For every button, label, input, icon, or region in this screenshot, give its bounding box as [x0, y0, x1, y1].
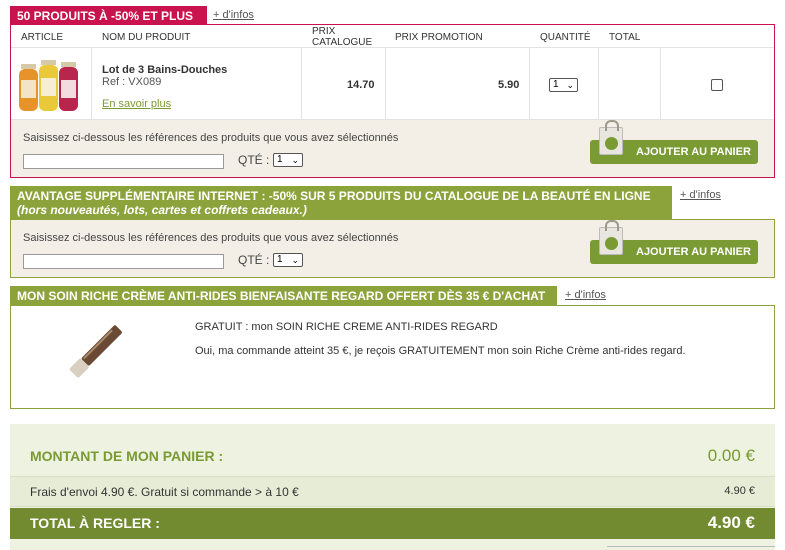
- product-quantity-value: 1: [553, 79, 559, 90]
- product-quantity-select[interactable]: 1 ⌄: [549, 78, 578, 92]
- header-total: TOTAL: [609, 32, 641, 43]
- qty-label: QTÉ :: [238, 153, 270, 167]
- basket-amount-label: MONTANT DE MON PANIER :: [30, 448, 224, 464]
- total-row: TOTAL À REGLER : 4.90 €: [10, 508, 775, 539]
- reference-input[interactable]: [23, 154, 224, 169]
- basket-amount-value: 0.00 €: [707, 446, 755, 465]
- total-label: TOTAL À REGLER :: [30, 515, 160, 531]
- internet-offer-title-line1: AVANTAGE SUPPLÉMENTAIRE INTERNET : -50% …: [17, 189, 651, 203]
- shipping-row: Frais d'envoi 4.90 €. Gratuit si command…: [10, 476, 775, 507]
- shopping-bag-icon: [599, 220, 623, 255]
- header-article: ARTICLE: [21, 32, 64, 43]
- internet-offer-title-line2: (hors nouveautés, lots, cartes et coffre…: [17, 203, 307, 217]
- add-to-cart-label: AJOUTER AU PANIER: [636, 246, 751, 258]
- qty-label: QTÉ :: [238, 253, 270, 267]
- product-select-checkbox[interactable]: [711, 79, 723, 91]
- catalogue-price: 14.70: [347, 79, 375, 91]
- header-product-name: NOM DU PRODUIT: [102, 32, 191, 43]
- chevron-down-icon: ⌄: [291, 155, 299, 165]
- reference-entry-area: Saisissez ci-dessous les références des …: [11, 120, 774, 177]
- reference-hint: Saisissez ci-dessous les références des …: [23, 232, 399, 244]
- chevron-down-icon: ⌄: [291, 255, 299, 265]
- section3-more-info-link[interactable]: + d'infos: [565, 289, 606, 301]
- gift-offer-title: MON SOIN RICHE CRÈME ANTI-RIDES BIENFAIS…: [10, 286, 557, 305]
- promo-price: 5.90: [498, 79, 520, 91]
- total-value: 4.90 €: [707, 513, 755, 532]
- cart-totals: MONTANT DE MON PANIER : 0.00 € Frais d'e…: [10, 424, 775, 550]
- add-to-cart-button[interactable]: AJOUTER AU PANIER: [590, 220, 758, 264]
- gift-title: GRATUIT : mon SOIN RICHE CREME ANTI-RIDE…: [195, 321, 498, 333]
- gift-description: Oui, ma commande atteint 35 €, je reçois…: [195, 345, 686, 357]
- reference-quantity-value: 1: [277, 154, 283, 165]
- eye-cream-tube-image: [69, 325, 122, 378]
- promo-section-title: 50 PRODUITS À -50% ET PLUS: [10, 6, 207, 24]
- chevron-down-icon: ⌄: [566, 80, 574, 90]
- shopping-bag-icon: [599, 120, 623, 155]
- reference-hint: Saisissez ci-dessous les références des …: [23, 132, 399, 144]
- internet-offer-title: AVANTAGE SUPPLÉMENTAIRE INTERNET : -50% …: [10, 186, 672, 219]
- header-promo-price: PRIX PROMOTION: [395, 32, 483, 43]
- section2-more-info-link[interactable]: + d'infos: [680, 189, 721, 201]
- gift-offer-box: GRATUIT : mon SOIN RICHE CREME ANTI-RIDE…: [10, 305, 775, 409]
- header-catalogue-price: PRIX CATALOGUE: [312, 26, 373, 48]
- learn-more-link[interactable]: En savoir plus: [102, 98, 171, 110]
- product-ref: Ref : VX089: [102, 76, 162, 88]
- reference-quantity-select[interactable]: 1 ⌄: [273, 253, 303, 267]
- add-to-cart-label: AJOUTER AU PANIER: [636, 146, 751, 158]
- product-image[interactable]: [17, 56, 81, 114]
- reference-quantity-select[interactable]: 1 ⌄: [273, 153, 303, 167]
- divider: [607, 546, 775, 550]
- section1-more-info-link[interactable]: + d'infos: [213, 9, 254, 21]
- reference-quantity-value: 1: [277, 254, 283, 265]
- product-row: Lot de 3 Bains-Douches Ref : VX089 En sa…: [11, 47, 774, 121]
- add-to-cart-button[interactable]: AJOUTER AU PANIER: [590, 120, 758, 164]
- product-name: Lot de 3 Bains-Douches: [102, 64, 228, 76]
- shipping-value: 4.90 €: [724, 485, 755, 497]
- promo-section-box: ARTICLE NOM DU PRODUIT PRIX CATALOGUE PR…: [10, 24, 775, 178]
- header-quantity: QUANTITÉ: [540, 32, 591, 43]
- reference-input[interactable]: [23, 254, 224, 269]
- shipping-label: Frais d'envoi 4.90 €. Gratuit si command…: [30, 485, 299, 499]
- internet-offer-box: Saisissez ci-dessous les références des …: [10, 219, 775, 278]
